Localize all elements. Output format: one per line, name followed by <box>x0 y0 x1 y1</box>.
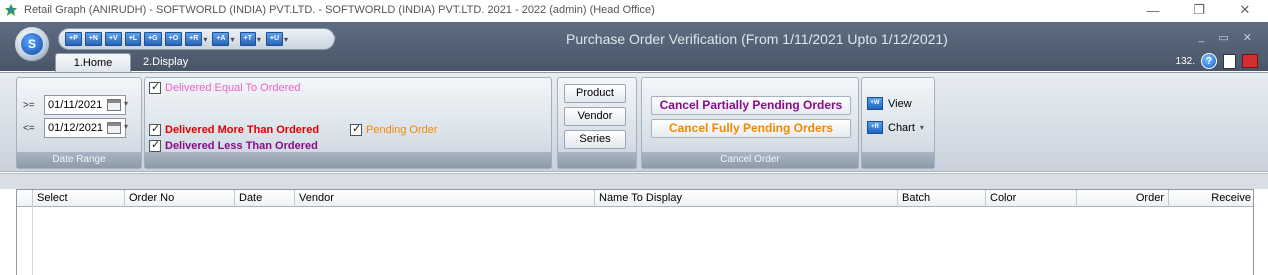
cancel-partially-pending-button[interactable]: Cancel Partially Pending Orders <box>651 96 851 115</box>
qat-button-n[interactable]: +N <box>84 32 102 46</box>
app-restore-button[interactable]: ▭ <box>1218 31 1228 44</box>
view-icon: +W <box>867 97 883 110</box>
checkbox-checked-icon[interactable] <box>350 122 362 136</box>
os-restore-button[interactable]: ❐ <box>1176 0 1222 20</box>
vendor-button[interactable]: Vendor <box>564 107 626 126</box>
from-date-row: >= 01/11/2021 ▾ <box>23 95 128 115</box>
cancel-order-caption: Cancel Order <box>642 152 858 168</box>
to-date-row: <= 01/12/2021 ▾ <box>23 118 128 138</box>
series-button[interactable]: Series <box>564 130 626 149</box>
qat-button-u[interactable]: +U <box>265 32 284 46</box>
column-header-order[interactable]: Order <box>1077 190 1169 207</box>
from-date-operator: >= <box>23 99 35 111</box>
column-header-name-to-display[interactable]: Name To Display <box>595 190 898 207</box>
delivery-filter-group: Delivered Equal To Ordered Delivered Mor… <box>144 77 552 169</box>
column-header-vendor[interactable]: Vendor <box>295 190 595 207</box>
delivered-more-label: Delivered More Than Ordered <box>165 124 320 136</box>
calendar-icon[interactable] <box>107 122 121 134</box>
qat-customize-icon[interactable]: = <box>330 33 336 44</box>
from-date-picker[interactable]: 01/11/2021 <box>44 95 126 115</box>
qat-button-r[interactable]: +R <box>185 32 203 46</box>
to-date-picker[interactable]: 01/12/2021 <box>44 118 126 138</box>
os-title-bar: Retail Graph (ANIRUDH) - SOFTWORLD (INDI… <box>0 0 1268 20</box>
group-by-group: Product Vendor Series <box>557 77 637 169</box>
delivered-equal-label: Delivered Equal To Ordered <box>165 82 301 94</box>
chevron-down-icon[interactable]: ▾ <box>230 35 234 44</box>
chevron-down-icon[interactable]: ▾ <box>124 122 128 131</box>
chart-icon: +R <box>867 121 883 134</box>
chevron-down-icon[interactable]: ▾ <box>257 35 261 44</box>
app-window-title: Purchase Order Verification (From 1/11/2… <box>566 31 948 47</box>
retail-graph-app-icon <box>5 4 17 16</box>
view-label: View <box>888 97 912 110</box>
chart-button[interactable]: +R Chart ▾ <box>867 121 924 134</box>
exit-icon[interactable] <box>1242 54 1258 68</box>
app-minimize-button[interactable]: _ <box>1198 31 1204 44</box>
view-button[interactable]: +W View <box>867 97 912 110</box>
chevron-down-icon[interactable]: ▾ <box>284 35 288 44</box>
delivery-filter-caption <box>145 152 551 168</box>
checkbox-checked-icon[interactable] <box>149 122 161 136</box>
tab-right-tools: 132. ? <box>1176 53 1258 69</box>
row-selector-column <box>17 207 33 275</box>
delivered-less-label: Delivered Less Than Ordered <box>165 140 318 152</box>
ribbon-panel: >= 01/11/2021 ▾ <= 01/12/2021 ▾ Date Ran… <box>0 72 1268 172</box>
app-close-button[interactable]: ✕ <box>1243 31 1252 44</box>
grid-group-band <box>0 173 1268 189</box>
qat-button-o[interactable]: +O <box>164 32 183 46</box>
qat-button-p[interactable]: +P <box>65 32 82 46</box>
pending-order-checkbox[interactable]: Pending Order <box>350 122 438 136</box>
qat-button-t[interactable]: +T <box>239 32 256 46</box>
column-header-date[interactable]: Date <box>235 190 295 207</box>
product-button[interactable]: Product <box>564 84 626 103</box>
record-count-text: 132. <box>1175 55 1195 67</box>
tab-display[interactable]: 2.Display <box>133 53 198 72</box>
grid-header-row: Select Order No Date Vendor Name To Disp… <box>17 190 1253 207</box>
pending-order-label: Pending Order <box>366 124 438 136</box>
chevron-down-icon[interactable]: ▾ <box>203 35 207 44</box>
column-header-color[interactable]: Color <box>986 190 1077 207</box>
tab-home[interactable]: 1.Home <box>55 53 131 72</box>
chevron-down-icon[interactable]: ▾ <box>124 99 128 108</box>
purchase-order-grid[interactable]: Select Order No Date Vendor Name To Disp… <box>16 189 1254 275</box>
app-window-controls: _ ▭ ✕ <box>1198 31 1252 44</box>
checkbox-checked-icon[interactable] <box>149 80 161 94</box>
qat-button-v[interactable]: +V <box>104 32 122 46</box>
calendar-icon[interactable] <box>107 99 121 111</box>
date-range-group: >= 01/11/2021 ▾ <= 01/12/2021 ▾ Date Ran… <box>16 77 142 169</box>
delivered-more-checkbox[interactable]: Delivered More Than Ordered <box>149 122 320 136</box>
os-window-title: Retail Graph (ANIRUDH) - SOFTWORLD (INDI… <box>24 4 655 16</box>
column-header-batch[interactable]: Batch <box>898 190 986 207</box>
group-by-caption <box>558 152 636 168</box>
checkbox-checked-icon[interactable] <box>149 138 161 152</box>
help-icon[interactable]: ? <box>1201 53 1217 69</box>
column-header-receive[interactable]: Receive <box>1169 190 1253 207</box>
document-icon[interactable] <box>1223 53 1236 69</box>
from-date-value: 01/11/2021 <box>48 99 103 111</box>
qat-button-l[interactable]: +L <box>124 32 142 46</box>
cancel-fully-pending-button[interactable]: Cancel Fully Pending Orders <box>651 119 851 138</box>
view-chart-group: +W View +R Chart ▾ <box>861 77 935 169</box>
ribbon-tab-strip: 1.Home 2.Display <box>0 52 1268 72</box>
column-header-select[interactable]: Select <box>33 190 125 207</box>
chart-label: Chart <box>888 121 915 134</box>
to-date-operator: <= <box>23 122 35 134</box>
column-header-order-no[interactable]: Order No <box>125 190 235 207</box>
chevron-down-icon[interactable]: ▾ <box>920 123 924 132</box>
qat-button-g[interactable]: +G <box>144 32 162 46</box>
row-selector-header[interactable] <box>17 190 33 207</box>
os-close-button[interactable]: ✕ <box>1222 0 1268 20</box>
quick-access-toolbar: +P +N +V +L +G +O +R ▾ +A ▾ +T ▾ +U ▾ <box>58 28 335 50</box>
delivered-less-checkbox[interactable]: Delivered Less Than Ordered <box>149 138 318 152</box>
os-minimize-button[interactable]: — <box>1130 0 1176 20</box>
qat-button-a[interactable]: +A <box>212 32 230 46</box>
to-date-value: 01/12/2021 <box>48 122 104 134</box>
date-range-caption: Date Range <box>17 152 141 168</box>
cancel-order-group: Cancel Partially Pending Orders Cancel F… <box>641 77 859 169</box>
view-chart-caption <box>862 152 934 168</box>
delivered-equal-checkbox[interactable]: Delivered Equal To Ordered <box>149 80 301 94</box>
